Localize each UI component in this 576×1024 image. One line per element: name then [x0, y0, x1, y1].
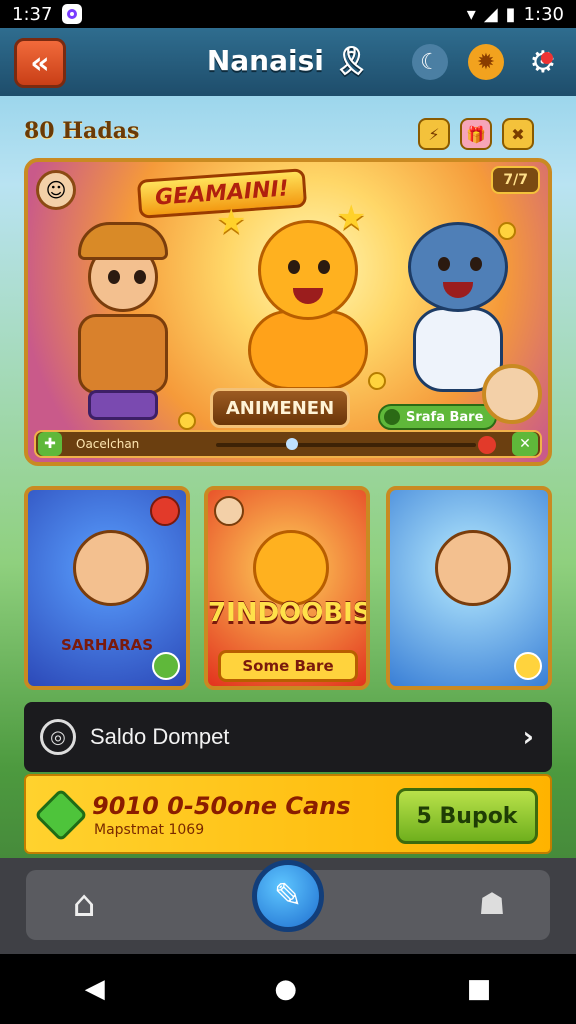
wifi-icon: ▾ — [466, 3, 476, 25]
home-icon[interactable]: ⌂ — [62, 882, 106, 926]
hero-banner[interactable]: ☺ GEAMAINI! 7/7 ★ ★ ANIMENEN Srafa Bare … — [24, 158, 552, 466]
promo-button[interactable]: 5 Bupok — [396, 788, 538, 844]
android-nav: ◀ ● ■ — [0, 954, 576, 1024]
game-screen: 1:37 ▾ ◢ ▮ 1:30 « Nanaisi 🎗 ☾ ✹ ⚙ 80 Had… — [0, 0, 576, 1024]
status-time-right: 1:30 — [523, 3, 564, 25]
pill-icon — [384, 409, 400, 425]
chevron-right-icon[interactable]: › — [522, 720, 534, 753]
card-character — [435, 530, 511, 606]
coin-chest-icon[interactable]: ✹ — [468, 44, 504, 80]
badge-bolt[interactable]: ⚡ — [418, 118, 450, 150]
notification-dot — [541, 52, 553, 64]
promo-subtitle: Mapstmat 1069 — [94, 822, 205, 838]
game-card-boy[interactable] — [386, 486, 552, 690]
nav-home-icon[interactable]: ● — [274, 974, 297, 1004]
top-header: « Nanaisi 🎗 ☾ ✹ ⚙ — [0, 28, 576, 96]
player-avatar[interactable] — [482, 364, 542, 424]
bear-character — [233, 210, 383, 400]
badge-gift[interactable]: 🎁 — [460, 118, 492, 150]
carousel-indicator[interactable] — [286, 438, 298, 450]
settings-icon[interactable]: ⚙ — [525, 44, 561, 80]
hero-pill-label: Srafa Bare — [406, 409, 484, 425]
signal-icon: ◢ — [483, 3, 498, 25]
card-corner-icon — [152, 652, 180, 680]
status-bar: 1:37 ▾ ◢ ▮ 1:30 — [0, 0, 576, 28]
expand-icon[interactable]: ✕ — [512, 432, 538, 456]
game-card-bear[interactable]: 7INDOOBIS Some Bare — [204, 486, 370, 690]
promo-title: 9010 0-50one Cans — [92, 792, 351, 820]
hero-play-button[interactable]: ANIMENEN — [210, 388, 350, 428]
wallet-icon: ◎ — [40, 719, 76, 755]
nav-recent-icon[interactable]: ■ — [467, 974, 492, 1004]
gem-icon — [34, 788, 88, 842]
hero-avatar[interactable]: ☺ — [36, 170, 76, 210]
hero-badge: 7/7 — [491, 166, 540, 194]
promo-banner[interactable]: 9010 0-50one Cans Mapstmat 1069 5 Bupok — [24, 774, 552, 854]
top-badges: ⚡ 🎁 ✖ — [418, 118, 534, 150]
wallet-row[interactable]: ◎ Saldo Dompet › — [24, 702, 552, 772]
burst-icon — [150, 496, 180, 526]
nav-back-icon[interactable]: ◀ — [85, 974, 105, 1004]
carousel-track[interactable] — [216, 443, 476, 447]
currency-label: 80 Hadas — [24, 118, 140, 144]
feather-icon[interactable]: ✎ — [252, 860, 324, 932]
card-play-button[interactable]: Some Bare — [218, 650, 358, 682]
explorer-boy-character — [48, 222, 188, 422]
status-time: 1:37 — [12, 3, 53, 25]
bottom-nav: ⌂ ✎ ☗ — [0, 858, 576, 954]
moon-icon[interactable]: ☾ — [412, 44, 448, 80]
card-corner-icon — [514, 652, 542, 680]
card-character — [253, 530, 329, 606]
hero-bar-label: Oacelchan — [76, 437, 140, 451]
badge-close[interactable]: ✖ — [502, 118, 534, 150]
card-title: 7INDOOBIS — [208, 598, 370, 628]
puzzle-icon[interactable]: ✚ — [38, 432, 62, 456]
hero-progress-bar: ✚ Oacelchan ✕ — [34, 430, 542, 458]
people-icon[interactable]: ☗ — [470, 882, 514, 926]
battery-icon: ▮ — [505, 3, 516, 25]
hero-pill[interactable]: Srafa Bare — [378, 404, 498, 430]
app-icon — [62, 4, 83, 24]
wallet-label: Saldo Dompet — [90, 724, 230, 749]
red-dot-icon — [478, 436, 496, 454]
hero-badge-group: 7/7 — [491, 166, 540, 194]
game-card-treasure[interactable]: SARHARAS — [24, 486, 190, 690]
card-avatar — [214, 496, 244, 526]
card-character — [73, 530, 149, 606]
